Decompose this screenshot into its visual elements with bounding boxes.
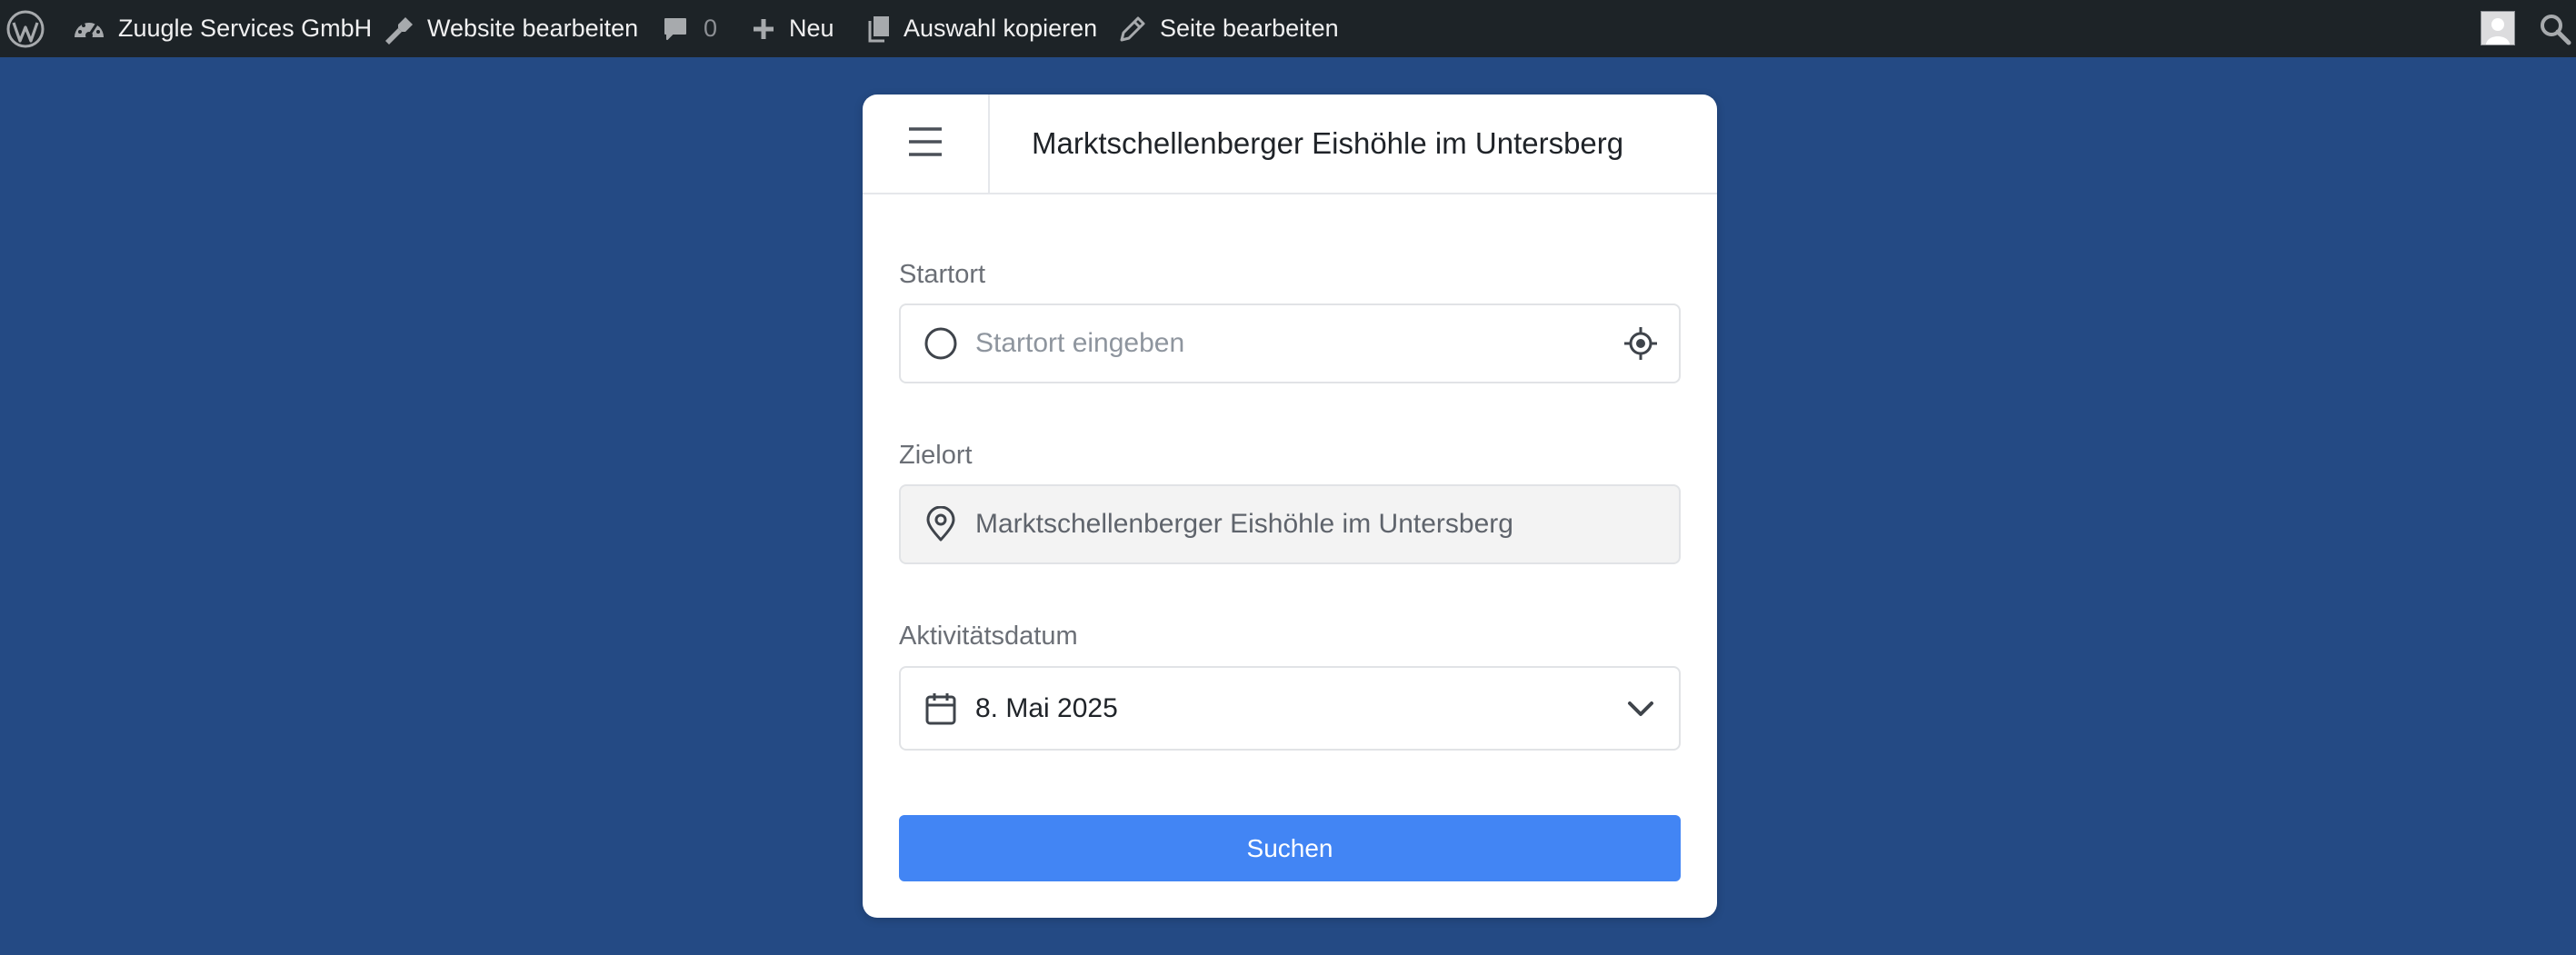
date-select[interactable]: 8. Mai 2025	[899, 666, 1681, 751]
site-name-menu[interactable]: Zuugle Services GmbH	[73, 0, 372, 57]
date-label: Aktivitätsdatum	[899, 622, 1078, 651]
pencil-icon	[1118, 15, 1147, 44]
customize-label: Website bearbeiten	[427, 15, 639, 42]
start-input[interactable]	[973, 307, 1595, 380]
plus-icon	[751, 16, 776, 42]
new-content-menu[interactable]: Neu	[751, 0, 834, 57]
search-icon[interactable]	[2538, 12, 2572, 46]
destination-value: Marktschellenberger Eishöhle im Untersbe…	[975, 509, 1513, 539]
calendar-icon	[923, 691, 959, 727]
crosshair-locate-icon[interactable]	[1622, 325, 1659, 362]
map-pin-icon	[923, 505, 959, 542]
date-value: 8. Mai 2025	[975, 693, 1118, 723]
route-search-card: Marktschellenberger Eishöhle im Untersbe…	[863, 95, 1717, 918]
circle-icon	[923, 325, 959, 362]
edit-page-label: Seite bearbeiten	[1160, 15, 1339, 42]
chevron-down-icon[interactable]	[1622, 691, 1659, 727]
copy-label: Auswahl kopieren	[904, 15, 1098, 42]
dashboard-icon	[73, 15, 105, 43]
menu-button[interactable]	[863, 95, 990, 193]
search-button[interactable]: Suchen	[899, 815, 1681, 881]
customize-menu[interactable]: Website bearbeiten	[382, 0, 638, 57]
comment-icon	[662, 15, 689, 43]
copy-icon	[867, 15, 891, 44]
copy-selection-menu[interactable]: Auswahl kopieren	[867, 0, 1097, 57]
destination-label: Zielort	[899, 441, 973, 470]
wordpress-logo-icon[interactable]	[5, 9, 45, 49]
start-label: Startort	[899, 260, 986, 289]
admin-bar: Zuugle Services GmbH Website bearbeiten …	[0, 0, 2576, 57]
page-title: Marktschellenberger Eishöhle im Untersbe…	[1032, 126, 1624, 160]
destination-field[interactable]: Marktschellenberger Eishöhle im Untersbe…	[899, 484, 1681, 564]
paintbrush-icon	[382, 14, 414, 45]
comments-menu[interactable]: 0	[662, 0, 717, 57]
avatar-icon[interactable]	[2481, 11, 2515, 45]
comments-count: 0	[704, 15, 718, 42]
hamburger-menu-icon	[907, 125, 944, 163]
card-header: Marktschellenberger Eishöhle im Untersbe…	[863, 95, 1717, 194]
start-field[interactable]	[899, 303, 1681, 383]
edit-page-menu[interactable]: Seite bearbeiten	[1118, 0, 1339, 57]
new-label: Neu	[789, 15, 834, 42]
site-name-label: Zuugle Services GmbH	[118, 15, 373, 42]
